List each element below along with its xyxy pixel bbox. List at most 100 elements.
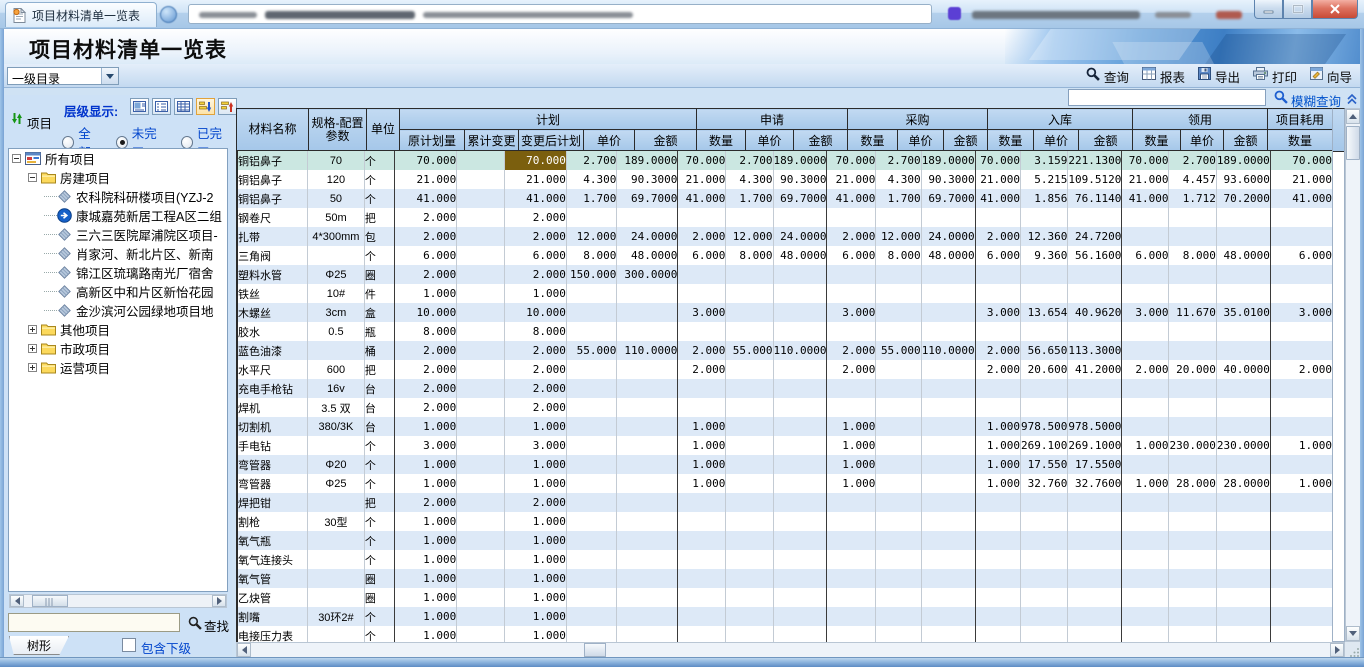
table-cell[interactable] — [1122, 398, 1169, 417]
table-cell[interactable]: 189.0000 — [1216, 151, 1270, 170]
table-cell[interactable]: 120 — [308, 170, 365, 189]
table-cell[interactable]: 8.000 — [876, 246, 921, 265]
radio-icon[interactable] — [62, 136, 74, 149]
table-cell[interactable]: 41.000 — [395, 189, 457, 208]
table-cell[interactable] — [1216, 265, 1270, 284]
table-cell[interactable] — [876, 569, 921, 588]
table-cell[interactable]: 4*300mm — [308, 227, 365, 246]
table-cell[interactable]: 1.000 — [504, 569, 566, 588]
table-cell[interactable]: 手电钻 — [238, 436, 308, 455]
table-cell[interactable] — [1216, 550, 1270, 569]
tree-item[interactable]: 所有项目 — [9, 149, 227, 168]
table-cell[interactable] — [921, 455, 975, 474]
table-cell[interactable]: 90.3000 — [773, 170, 827, 189]
table-cell[interactable] — [678, 550, 726, 569]
table-cell[interactable]: 69.7000 — [921, 189, 975, 208]
table-cell[interactable] — [827, 208, 876, 227]
column-header[interactable]: 单价 — [898, 130, 944, 151]
table-cell[interactable]: 269.1000 — [1068, 436, 1122, 455]
table-cell[interactable]: 56.1600 — [1068, 246, 1122, 265]
table-cell[interactable] — [457, 493, 505, 512]
table-cell[interactable] — [617, 322, 678, 341]
table-cell[interactable] — [773, 265, 827, 284]
table-cell[interactable] — [975, 493, 1020, 512]
table-cell[interactable]: 胶水 — [238, 322, 308, 341]
table-cell[interactable]: 钢卷尺 — [238, 208, 308, 227]
table-cell[interactable] — [1122, 208, 1169, 227]
table-cell[interactable] — [726, 265, 773, 284]
table-cell[interactable] — [457, 436, 505, 455]
table-cell[interactable]: 0.5 — [308, 322, 365, 341]
table-cell[interactable] — [617, 607, 678, 626]
column-header[interactable]: 规格-配置 参数 — [309, 109, 367, 151]
table-cell[interactable] — [1169, 588, 1216, 607]
table-cell[interactable]: 氧气连接头 — [238, 550, 308, 569]
table-cell[interactable]: 2.000 — [504, 265, 566, 284]
table-cell[interactable] — [827, 398, 876, 417]
table-cell[interactable]: 1.000 — [395, 474, 457, 493]
table-cell[interactable] — [566, 493, 617, 512]
table-cell[interactable]: 8.000 — [566, 246, 617, 265]
table-cell[interactable]: 12.000 — [726, 227, 773, 246]
table-cell[interactable] — [617, 569, 678, 588]
table-cell[interactable] — [726, 436, 773, 455]
table-cell[interactable]: 4.457 — [1169, 170, 1216, 189]
table-cell[interactable]: 台 — [364, 417, 394, 436]
table-cell[interactable] — [1021, 550, 1068, 569]
table-cell[interactable] — [308, 626, 365, 643]
back-button[interactable] — [160, 6, 177, 23]
table-cell[interactable] — [1216, 398, 1270, 417]
table-cell[interactable]: 2.000 — [395, 398, 457, 417]
table-row[interactable]: 弯管器Φ25个1.0001.0001.0001.0001.00032.76032… — [238, 474, 1333, 493]
table-cell[interactable] — [876, 322, 921, 341]
table-cell[interactable]: 1.000 — [395, 531, 457, 550]
table-cell[interactable]: 109.5120 — [1068, 170, 1122, 189]
table-cell[interactable] — [457, 417, 505, 436]
table-cell[interactable] — [1270, 607, 1332, 626]
table-cell[interactable] — [773, 512, 827, 531]
table-cell[interactable] — [617, 455, 678, 474]
table-cell[interactable] — [1068, 208, 1122, 227]
table-row[interactable]: 三角阀个6.0006.0008.00048.00006.0008.00048.0… — [238, 246, 1333, 265]
collapse-icon[interactable] — [28, 173, 37, 182]
table-cell[interactable] — [1169, 626, 1216, 643]
table-cell[interactable] — [1216, 455, 1270, 474]
table-cell[interactable] — [457, 398, 505, 417]
table-cell[interactable] — [1021, 284, 1068, 303]
table-row[interactable]: 铜铝鼻子120个21.00021.0004.30090.300021.0004.… — [238, 170, 1333, 189]
table-cell[interactable]: 5.215 — [1021, 170, 1068, 189]
table-cell[interactable]: 41.000 — [975, 189, 1020, 208]
table-cell[interactable]: 弯管器 — [238, 455, 308, 474]
table-cell[interactable]: 70.000 — [395, 151, 457, 170]
table-cell[interactable]: 3cm — [308, 303, 365, 322]
print-button[interactable]: 打印 — [1253, 67, 1297, 86]
table-cell[interactable] — [1270, 341, 1332, 360]
table-cell[interactable]: 把 — [364, 493, 394, 512]
tree-item[interactable]: 三六三医院犀浦院区项目- — [9, 225, 227, 244]
table-cell[interactable]: 21.000 — [827, 170, 876, 189]
table-cell[interactable] — [726, 360, 773, 379]
table-cell[interactable] — [678, 322, 726, 341]
table-cell[interactable]: 圈 — [364, 569, 394, 588]
table-cell[interactable]: 把 — [364, 208, 394, 227]
table-cell[interactable]: 1.700 — [566, 189, 617, 208]
table-cell[interactable] — [1021, 379, 1068, 398]
table-cell[interactable] — [1216, 512, 1270, 531]
table-cell[interactable]: 113.3000 — [1068, 341, 1122, 360]
table-cell[interactable]: 4.300 — [876, 170, 921, 189]
table-cell[interactable] — [876, 531, 921, 550]
table-cell[interactable]: 个 — [364, 474, 394, 493]
expand-icon[interactable] — [28, 363, 37, 372]
table-cell[interactable] — [457, 607, 505, 626]
table-cell[interactable] — [876, 208, 921, 227]
table-cell[interactable]: 蓝色油漆 — [238, 341, 308, 360]
table-cell[interactable] — [726, 626, 773, 643]
table-cell[interactable] — [308, 246, 365, 265]
table-cell[interactable] — [1270, 512, 1332, 531]
table-cell[interactable] — [726, 284, 773, 303]
table-cell[interactable] — [457, 550, 505, 569]
table-cell[interactable]: 21.000 — [1270, 170, 1332, 189]
table-cell[interactable] — [876, 550, 921, 569]
table-cell[interactable] — [1122, 379, 1169, 398]
table-cell[interactable] — [1068, 379, 1122, 398]
